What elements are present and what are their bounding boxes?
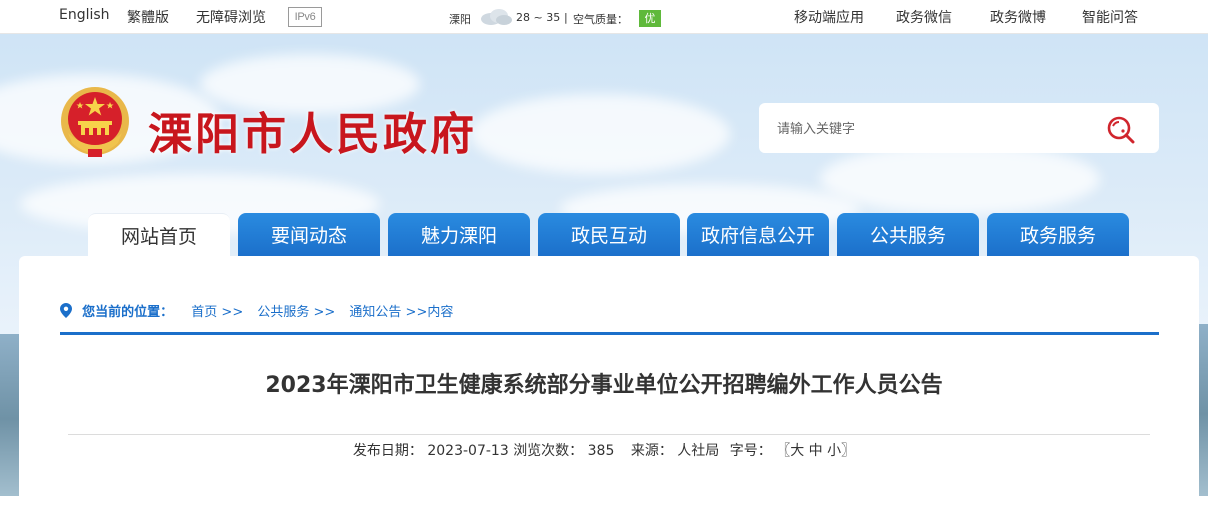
wechat-link[interactable]: 政务微信 [896, 7, 952, 27]
cloud-decoration [470, 94, 730, 174]
accessibility-link[interactable]: 无障碍浏览 [196, 7, 266, 27]
date-label: 发布日期： [352, 443, 423, 459]
tab-home[interactable]: 网站首页 [88, 213, 230, 258]
breadcrumb-home[interactable]: 首页 >> [191, 305, 243, 320]
tab-charm-liyang[interactable]: 魅力溧阳 [388, 213, 530, 257]
font-size-bracket-open: 〖 [776, 443, 791, 459]
breadcrumb-current: 内容 [427, 305, 454, 320]
breadcrumb-notices[interactable]: 通知公告 >> [349, 305, 427, 320]
tab-gov-service[interactable]: 政务服务 [987, 213, 1129, 257]
mobile-app-link[interactable]: 移动端应用 [794, 7, 864, 27]
ipv6-badge: IPv6 [288, 7, 322, 27]
smart-qa-link[interactable]: 智能问答 [1082, 7, 1138, 27]
article-meta: 发布日期： 2023-07-13 浏览次数： 385 来源： 人社局 字号： 〖… [0, 440, 1208, 460]
article-title: 2023年溧阳市卫生健康系统部分事业单位公开招聘编外工作人员公告 [265, 373, 943, 398]
weibo-link[interactable]: 政务微博 [990, 7, 1046, 27]
top-bar: English 繁體版 无障碍浏览 IPv6 溧阳 28 ~ 35 | 空气质量… [0, 0, 1208, 34]
weather-separator: | [564, 11, 568, 24]
national-emblem-icon [61, 87, 129, 157]
font-size-medium-button[interactable]: 中 [809, 443, 823, 459]
weather-temp: 28 ~ 35 [516, 11, 561, 24]
air-quality-label: 空气质量： [573, 13, 628, 26]
breadcrumb-public-service[interactable]: 公共服务 >> [257, 305, 335, 320]
site-title: 溧阳市人民政府 [148, 109, 477, 160]
views-count: 385 [587, 443, 615, 459]
article-title-divider [68, 434, 1150, 435]
breadcrumb: 您当前的位置： 首页 >> 公共服务 >> 通知公告 >>内容 [60, 301, 453, 320]
tab-public-service[interactable]: 公共服务 [837, 213, 979, 257]
traditional-chinese-link[interactable]: 繁體版 [127, 7, 169, 27]
publish-date: 2023-07-13 [427, 443, 509, 459]
views-label: 浏览次数： [513, 443, 584, 459]
font-size-bracket-close: 〗 [841, 443, 856, 459]
source-label: 来源： [630, 443, 673, 459]
air-quality-badge: 优 [639, 10, 661, 27]
english-link[interactable]: English [59, 7, 110, 23]
breadcrumb-label: 您当前的位置： [82, 305, 174, 320]
search-icon[interactable] [1103, 114, 1139, 144]
cloudy-weather-icon [481, 9, 512, 25]
tab-info-disclosure[interactable]: 政府信息公开 [687, 213, 829, 257]
search-input[interactable] [775, 117, 1079, 141]
cloud-decoration [820, 144, 1100, 214]
breadcrumb-divider [60, 332, 1159, 335]
tab-interaction[interactable]: 政民互动 [538, 213, 680, 257]
tab-news[interactable]: 要闻动态 [238, 213, 380, 257]
weather-city: 溧阳 [449, 13, 471, 26]
source-value: 人社局 [677, 443, 720, 459]
location-pin-icon [60, 303, 72, 318]
font-size-large-button[interactable]: 大 [790, 443, 804, 459]
font-size-label: 字号： [729, 443, 772, 459]
search-box [759, 103, 1159, 153]
font-size-small-button[interactable]: 小 [827, 443, 841, 459]
